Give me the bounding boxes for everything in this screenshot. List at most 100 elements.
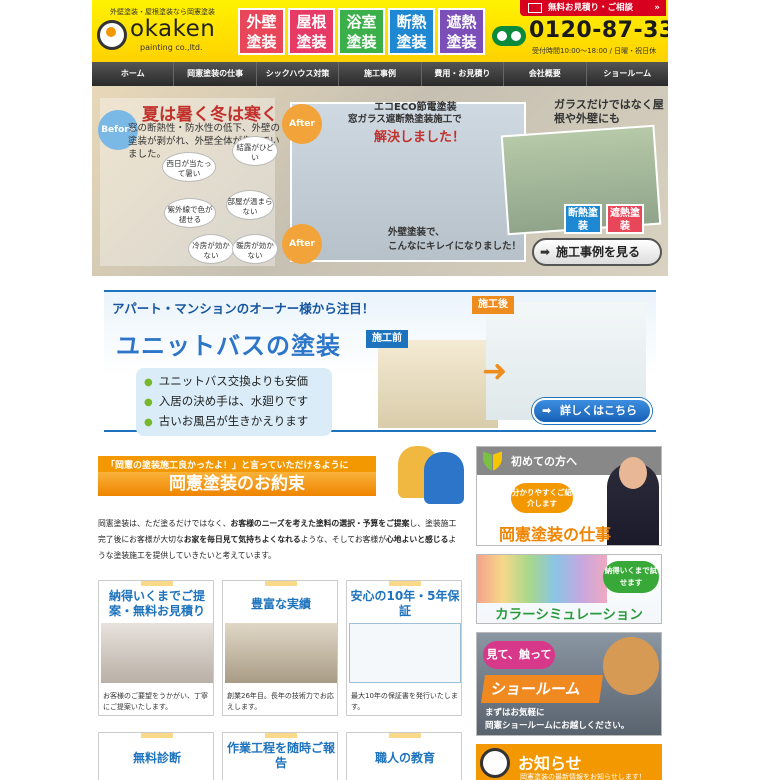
feature-title: 安心の10年・5年保証 xyxy=(350,589,460,618)
speech-bubble: 納得いくまで試せます xyxy=(603,561,659,593)
unit-bath-banner[interactable]: アパート・マンションのオーナー様から注目！ ユニットバスの塗装 ユニットバス交換… xyxy=(104,290,656,436)
eco-subheading: 窓ガラス遮断熱塗装施工で xyxy=(348,114,462,125)
bathtub-before-image xyxy=(378,340,498,428)
nav-item-sick-house[interactable]: シックハウス対策 xyxy=(257,62,340,86)
nav-item-company[interactable]: 会社概要 xyxy=(504,62,587,86)
service-label-line1: 断熱 xyxy=(396,13,427,31)
free-dial-icon xyxy=(492,26,526,46)
free-estimate-label: 無料お見積り・ご相談 xyxy=(548,3,634,13)
feature-title: 無料診断 xyxy=(132,751,181,765)
before-label: 施工前 xyxy=(366,330,408,348)
banner-text: まずはお気軽に 岡憲ショールームにお越しください。 xyxy=(485,707,629,733)
feature-title: 職人の教育 xyxy=(374,751,435,765)
promise-title: 岡憲塗装のお約束 xyxy=(98,472,376,496)
list-item: 入居の決め手は、水廻りです xyxy=(144,392,324,412)
feature-card-training[interactable]: 職人の教育 xyxy=(346,732,462,780)
problem-bubble: 結露がひどい xyxy=(232,136,278,166)
feature-card-warranty[interactable]: 安心の10年・5年保証 最大10年の保証書を発行いたします。 xyxy=(346,580,462,716)
banner-text-line2: 岡憲ショールームにお越しください。 xyxy=(485,721,630,731)
feature-card-diagnosis[interactable]: 無料診断 xyxy=(98,732,214,780)
feature-image xyxy=(225,623,337,683)
speech-bubble: 見て、触って xyxy=(483,641,555,669)
intro-emphasis: お客様のニーズを考えた塗料の選択・予算をご提案 xyxy=(230,519,410,528)
free-estimate-button[interactable]: 無料お見積り・ご相談 » xyxy=(520,0,666,16)
list-item: 古いお風呂が生きかえります xyxy=(144,412,324,432)
banner-text: 岡憲塗装の最新情報をお知らせします！ xyxy=(520,773,646,780)
logo-mark-icon[interactable] xyxy=(97,20,127,50)
hero-banner[interactable]: Before After After 夏は暑く冬は寒く 窓の断熱性・防水性の低下… xyxy=(92,86,668,276)
feature-card-track-record[interactable]: 豊富な実績 創業26年目。長年の技術力でお応えします。 xyxy=(222,580,338,716)
service-bathroom-button[interactable]: 浴室 塗装 xyxy=(338,8,385,55)
card-tab xyxy=(141,733,173,738)
service-label-line2: 塗装 xyxy=(296,33,327,51)
sidebar-banner-color-simulation[interactable]: 納得いくまで試せます カラーシミュレーション xyxy=(476,554,662,624)
logo-subtitle: painting co.,ltd. xyxy=(140,43,203,52)
nav-item-pricing[interactable]: 費用・お見積り xyxy=(422,62,505,86)
nav-item-showroom[interactable]: ショールーム xyxy=(587,62,668,86)
service-label-line1: 遮熱 xyxy=(446,13,477,31)
view-cases-button[interactable]: 施工事例を見る xyxy=(532,238,662,266)
heat-shield-tag: 遮熱塗装 xyxy=(606,204,644,234)
card-tab xyxy=(389,581,421,586)
feature-text: お客様のご要望をうかがい、丁寧にご提案いたします。 xyxy=(103,692,208,711)
sidebar-banner-work[interactable]: 初めての方へ 分かりやすくご紹介します 岡憲塗装の仕事 xyxy=(476,446,662,546)
banner-title: 岡憲塗装の仕事 xyxy=(499,525,612,544)
after-label: 施工後 xyxy=(472,296,514,314)
feature-title: 豊富な実績 xyxy=(250,597,311,611)
feature-card-estimate[interactable]: 納得いくまでご提案・無料お見積り お客様のご要望をうかがい、丁寧にご提案いたしま… xyxy=(98,580,214,716)
intro-emphasis: 心地よいと感じる xyxy=(386,535,449,544)
banner-text-line1: まずはお気軽に xyxy=(485,708,545,718)
after-badge: After xyxy=(282,104,322,144)
mascot-dog-icon xyxy=(603,637,659,695)
feature-text: 創業26年目。長年の技術力でお応えします。 xyxy=(227,692,334,711)
unit-bath-feature-list: ユニットバス交換よりも安価 入居の決め手は、水廻りです 古いお風呂が生きかえりま… xyxy=(136,368,332,436)
solved-text: 解決しました！ xyxy=(374,130,466,145)
logo-text[interactable]: okaken xyxy=(130,16,215,42)
glass-note: ガラスだけではなく屋根や外壁にも xyxy=(554,98,664,125)
phone-number[interactable]: 0120-87-3355 xyxy=(529,18,668,43)
problem-bubble: 西日が当たって暑い xyxy=(162,152,216,182)
sidebar-banner-news[interactable]: お知らせ 岡憲塗装の最新情報をお知らせします！ xyxy=(476,744,662,780)
speech-bubble: 分かりやすくご紹介します xyxy=(511,483,573,513)
warranty-certificate-image xyxy=(349,623,461,683)
service-exterior-button[interactable]: 外壁 塗装 xyxy=(238,8,285,55)
card-tab xyxy=(265,581,297,586)
banner-title: ショールーム xyxy=(481,675,603,703)
nav-item-home[interactable]: ホーム xyxy=(92,62,175,86)
site-header: 外壁塗装・屋根塗装なら岡憲塗装 okaken painting co.,ltd.… xyxy=(92,0,668,62)
card-tab xyxy=(141,581,173,586)
service-heat-shield-button[interactable]: 遮熱 塗装 xyxy=(438,8,485,55)
promise-subtitle: 「岡憲の塗装施工良かったよ！」と言っていただけるように xyxy=(98,456,376,473)
unit-bath-title: ユニットバスの塗装 xyxy=(116,332,341,360)
unit-bath-detail-button[interactable]: 詳しくはこちら xyxy=(532,398,652,424)
service-label-line2: 塗装 xyxy=(446,33,477,51)
service-insulation-button[interactable]: 断熱 塗装 xyxy=(388,8,435,55)
problem-bubble: 部屋が温まらない xyxy=(226,190,274,220)
problem-bubble: 紫外線で色が褪せる xyxy=(164,198,216,228)
service-roof-button[interactable]: 屋根 塗装 xyxy=(288,8,335,55)
service-label-line2: 塗装 xyxy=(246,33,277,51)
nav-item-cases[interactable]: 施工事例 xyxy=(339,62,422,86)
card-tab xyxy=(389,733,421,738)
page: 外壁塗装・屋根塗装なら岡憲塗装 okaken painting co.,ltd.… xyxy=(0,0,758,780)
service-label-line2: 塗装 xyxy=(346,33,377,51)
feature-title: 作業工程を随時ご報告 xyxy=(226,741,335,770)
worker-character-icon xyxy=(424,452,464,504)
logo-mark-icon xyxy=(480,748,510,778)
sidebar-banner-showroom[interactable]: 見て、触って ショールーム まずはお気軽に 岡憲ショールームにお越しください。 xyxy=(476,632,662,736)
banner-title: カラーシミュレーション xyxy=(495,607,643,623)
banner-title: お知らせ xyxy=(518,754,582,773)
problem-bubble: 冷房が効かない xyxy=(188,234,234,264)
intro-emphasis: お家を毎日見て気持ちよくなれる xyxy=(183,535,301,544)
feature-card-progress-report[interactable]: 作業工程を随時ご報告 xyxy=(222,732,338,780)
business-hours: 受付時間10:00～18:00 / 日曜・祝日休 xyxy=(532,47,657,55)
mail-icon xyxy=(528,3,542,13)
intro-text: ような、そしてお客様が xyxy=(300,535,387,544)
problem-bubble: 暖房が効かない xyxy=(232,234,278,264)
nav-item-work[interactable]: 岡憲塗装の仕事 xyxy=(174,62,257,86)
feature-title: 納得いくまでご提案・無料お見積り xyxy=(108,589,205,618)
chevron-right-icon: » xyxy=(654,3,660,13)
service-label-line1: 外壁 xyxy=(246,13,277,31)
site-container: 外壁塗装・屋根塗装なら岡憲塗装 okaken painting co.,ltd.… xyxy=(92,0,668,780)
banner-heading: 初めての方へ xyxy=(511,455,577,468)
